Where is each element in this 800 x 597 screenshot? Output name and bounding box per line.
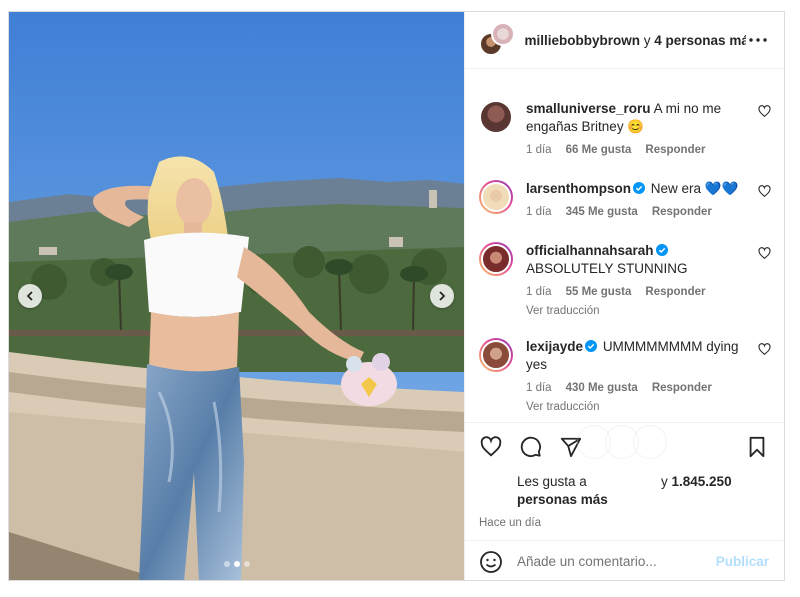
reply-button[interactable]: Responder bbox=[652, 206, 712, 218]
likes-prefix: Les gusta a bbox=[517, 474, 587, 489]
next-slide-button[interactable] bbox=[430, 284, 454, 308]
chevron-left-icon bbox=[26, 291, 33, 301]
see-translation-button[interactable]: Ver traducción bbox=[526, 305, 756, 317]
verified-icon bbox=[655, 244, 668, 256]
post-authors[interactable]: milliebobbybrown y 4 personas más bbox=[525, 33, 747, 48]
commenter-avatar[interactable] bbox=[479, 338, 513, 372]
post-actions: Les gusta a personas más y 1.845.250 bbox=[465, 422, 783, 513]
author-joiner: y bbox=[640, 32, 655, 48]
see-translation-button[interactable]: Ver traducción bbox=[526, 401, 756, 413]
post-timestamp[interactable]: Hace un día bbox=[479, 517, 541, 529]
add-comment-bar: Publicar bbox=[465, 540, 783, 582]
emoji-icon[interactable] bbox=[479, 550, 503, 574]
carousel-dot bbox=[223, 561, 230, 567]
comment-icon bbox=[520, 436, 541, 457]
likes-joiner: y bbox=[661, 474, 668, 489]
comment-item: smalluniverse_roru A mi no me engañas Br… bbox=[479, 100, 771, 156]
comment-button[interactable] bbox=[519, 435, 543, 459]
heart-icon[interactable] bbox=[758, 185, 771, 198]
like-button[interactable] bbox=[479, 435, 503, 459]
collaborator-avatars[interactable] bbox=[479, 22, 515, 58]
heart-icon[interactable] bbox=[758, 247, 771, 260]
post-modal: milliebobbybrown y 4 personas más smallu… bbox=[8, 11, 785, 581]
other-authors[interactable]: 4 personas más bbox=[654, 33, 746, 48]
publish-button[interactable]: Publicar bbox=[716, 554, 769, 569]
post-side-panel: milliebobbybrown y 4 personas más smallu… bbox=[464, 12, 784, 580]
carousel-dot-active bbox=[233, 561, 240, 567]
commenter-avatar[interactable] bbox=[479, 180, 513, 214]
comment-time[interactable]: 1 día bbox=[526, 286, 552, 298]
commenter-avatar[interactable] bbox=[479, 100, 513, 134]
commenter-username[interactable]: smalluniverse_roru bbox=[526, 101, 651, 116]
likes-count-line[interactable]: y 1.845.250 bbox=[661, 473, 732, 491]
commenter-username[interactable]: officialhannahsarah bbox=[526, 243, 654, 258]
comments-list[interactable]: smalluniverse_roru A mi no me engañas Br… bbox=[465, 70, 783, 422]
prev-slide-button[interactable] bbox=[18, 284, 42, 308]
avatar bbox=[491, 22, 515, 46]
comment-likes[interactable]: 430 Me gusta bbox=[566, 382, 638, 394]
reply-button[interactable]: Responder bbox=[652, 382, 712, 394]
heart-icon[interactable] bbox=[758, 105, 771, 118]
comment-likes[interactable]: 66 Me gusta bbox=[566, 144, 632, 156]
save-button[interactable] bbox=[745, 435, 769, 459]
comment-text: New era 💙💙 bbox=[650, 181, 739, 196]
chevron-right-icon bbox=[439, 291, 446, 301]
comment-likes[interactable]: 345 Me gusta bbox=[566, 206, 638, 218]
post-image bbox=[9, 12, 464, 580]
post-header: milliebobbybrown y 4 personas más bbox=[465, 12, 784, 69]
post-photo[interactable] bbox=[9, 12, 464, 580]
comment-input[interactable] bbox=[517, 554, 707, 569]
comment-item: officialhannahsarah ABSOLUTELY STUNNING … bbox=[479, 242, 771, 317]
comment-time[interactable]: 1 día bbox=[526, 206, 552, 218]
commenter-username[interactable]: lexijayde bbox=[526, 339, 583, 354]
more-icon bbox=[749, 38, 767, 42]
comment-time[interactable]: 1 día bbox=[526, 382, 552, 394]
liker-avatars bbox=[577, 425, 667, 459]
comment-time[interactable]: 1 día bbox=[526, 144, 552, 156]
reply-button[interactable]: Responder bbox=[645, 286, 705, 298]
reply-button[interactable]: Responder bbox=[645, 144, 705, 156]
likes-count[interactable]: 1.845.250 bbox=[672, 474, 732, 489]
verified-icon bbox=[633, 182, 646, 194]
likes-summary: Les gusta a personas más y 1.845.250 bbox=[479, 425, 769, 513]
comment-item: lexijayde UMMMMMMMM dying yes 1 día 430 … bbox=[479, 338, 771, 413]
commenter-avatar[interactable] bbox=[479, 242, 513, 276]
heart-icon bbox=[480, 436, 502, 457]
comment-item: larsenthompson New era 💙💙 1 día 345 Me g… bbox=[479, 180, 771, 218]
comment-text: ABSOLUTELY STUNNING bbox=[526, 261, 688, 276]
likes-suffix[interactable]: personas más bbox=[517, 491, 608, 509]
author-username[interactable]: milliebobbybrown bbox=[525, 33, 641, 48]
comment-likes[interactable]: 55 Me gusta bbox=[566, 286, 632, 298]
save-icon bbox=[749, 436, 765, 458]
more-options-button[interactable] bbox=[746, 38, 770, 42]
commenter-username[interactable]: larsenthompson bbox=[526, 181, 631, 196]
carousel-dots bbox=[9, 561, 464, 567]
heart-icon[interactable] bbox=[758, 343, 771, 356]
carousel-dot bbox=[243, 561, 250, 567]
verified-icon bbox=[585, 340, 598, 352]
